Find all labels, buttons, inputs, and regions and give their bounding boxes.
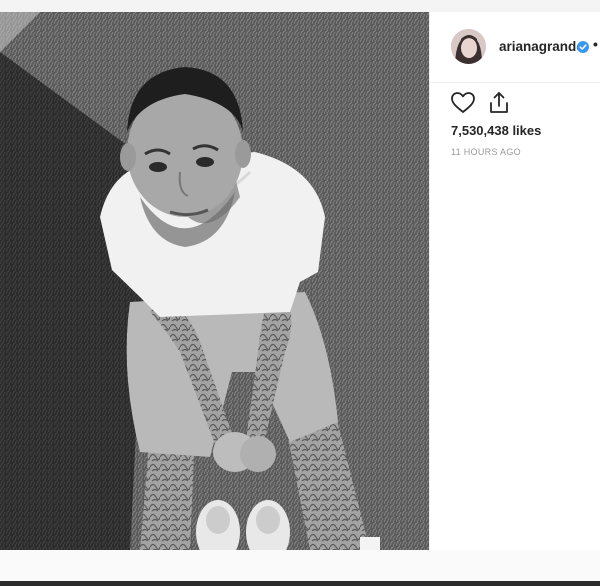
bottom-bar (0, 581, 600, 586)
username-link[interactable]: arianagrande (499, 39, 584, 54)
likes-count[interactable]: 7,530,438 likes (451, 123, 541, 138)
avatar[interactable] (451, 29, 486, 64)
post-header: arianagrande • (430, 12, 600, 83)
post-photo[interactable] (0, 12, 429, 550)
instagram-post: arianagrande • 7,530,438 likes 11 HOURS … (0, 12, 600, 550)
heart-outline-icon[interactable] (450, 90, 476, 116)
post-sidebar: arianagrande • 7,530,438 likes 11 HOURS … (429, 12, 600, 550)
photo-illustration (0, 12, 429, 550)
post-timestamp[interactable]: 11 HOURS AGO (451, 147, 521, 157)
avatar-image (451, 29, 486, 64)
separator-dot: • (593, 36, 598, 52)
verified-badge-icon (577, 40, 589, 53)
share-upload-icon[interactable] (486, 90, 512, 116)
page: arianagrande • 7,530,438 likes 11 HOURS … (0, 0, 600, 586)
top-strip (0, 0, 600, 12)
